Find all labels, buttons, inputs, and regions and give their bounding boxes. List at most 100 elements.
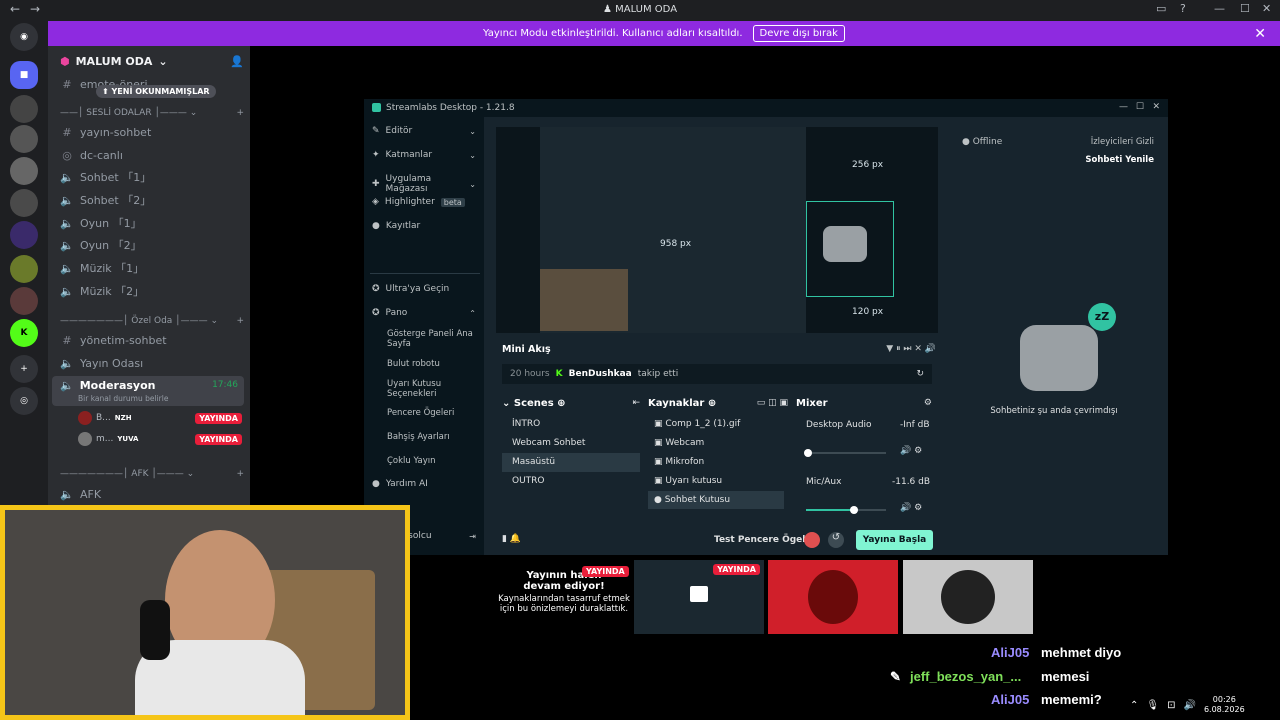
- pano-link[interactable]: Pencere Ögeleri: [387, 408, 477, 418]
- preview-canvas[interactable]: 256 px 958 px 120 px: [496, 127, 938, 333]
- mic-icon[interactable]: 🎙: [1146, 700, 1159, 711]
- scene-item[interactable]: İNTRO: [512, 419, 540, 429]
- source-item[interactable]: ▣ Webcam: [654, 438, 704, 448]
- channel-yayin-odasi[interactable]: 🔈 Yayın Odası: [60, 353, 244, 373]
- mute-icon[interactable]: 🔊 ⚙: [900, 446, 922, 456]
- close-icon[interactable]: ✕: [1254, 26, 1266, 42]
- dashboard-icon: ✪: [372, 308, 380, 318]
- pano-link[interactable]: Gösterge Paneli Ana Sayfa: [387, 329, 477, 349]
- maximize-icon[interactable]: ☐: [1136, 102, 1144, 112]
- stats-icon[interactable]: ▮ 🔔: [502, 534, 521, 544]
- network-icon[interactable]: ⊡: [1167, 700, 1175, 711]
- channel-dc-canli[interactable]: ◎ dc-canlı: [60, 145, 244, 165]
- add-member-icon[interactable]: 👤: [230, 55, 244, 68]
- close-window-icon[interactable]: ✕: [1262, 2, 1271, 15]
- stream-thumbnail[interactable]: [768, 560, 898, 634]
- gear-icon[interactable]: ⚙: [924, 398, 932, 408]
- add-channel-icon[interactable]: +: [236, 316, 244, 326]
- category-afk[interactable]: ———————│ AFK │——— ⌄ +: [60, 469, 244, 479]
- go-live-button[interactable]: Yayına Başla: [856, 530, 933, 550]
- logout-icon[interactable]: ⇥: [469, 532, 476, 541]
- scene-item-selected[interactable]: Masaüstü: [512, 457, 555, 467]
- scene-item[interactable]: OUTRO: [512, 476, 545, 486]
- volume-slider[interactable]: [803, 449, 886, 457]
- add-channel-icon[interactable]: +: [236, 469, 244, 479]
- volume-icon[interactable]: 🔊: [1183, 700, 1195, 711]
- pano-link[interactable]: Çoklu Yayın: [387, 456, 477, 466]
- pano-link[interactable]: Uyarı Kutusu Seçenekleri: [387, 379, 477, 399]
- window-title: ♟ MALUM ODA: [0, 4, 1280, 15]
- channel-yonetim[interactable]: # yönetim-sohbet: [60, 330, 244, 350]
- channel-muzik-1[interactable]: 🔈 Müzik 「1」: [60, 258, 244, 278]
- unread-pill[interactable]: ⬆ YENİ OKUNMAMIŞLAR: [96, 85, 216, 98]
- discord-home-icon[interactable]: ◉: [10, 23, 38, 51]
- add-server-icon[interactable]: +: [10, 355, 38, 383]
- channel-sohbet-1[interactable]: 🔈 Sohbet 「1」: [60, 167, 244, 187]
- source-item-selected[interactable]: ● Sohbet Kutusu: [654, 495, 730, 505]
- nav-ultra[interactable]: ✪ Ultra'ya Geçin: [372, 284, 476, 294]
- close-icon[interactable]: ✕: [1152, 102, 1160, 112]
- voice-member[interactable]: B... NZH YAYINDA: [78, 411, 242, 425]
- mute-icon[interactable]: 🔊 ⚙: [900, 503, 922, 513]
- nav-editor[interactable]: ✎ Editör ⌄: [372, 126, 476, 136]
- channel-oyun-2[interactable]: 🔈 Oyun 「2」: [60, 235, 244, 255]
- volume-knob[interactable]: [803, 449, 812, 457]
- server-icon[interactable]: [10, 221, 38, 249]
- nav-layers[interactable]: ✦ Katmanlar ⌄: [372, 150, 476, 160]
- channel-sohbet-2[interactable]: 🔈 Sohbet 「2」: [60, 190, 244, 210]
- server-icon[interactable]: [10, 125, 38, 153]
- server-icon[interactable]: [10, 95, 38, 123]
- pano-link[interactable]: Bulut robotu: [387, 359, 477, 369]
- clock[interactable]: 00:26 6.08.2026: [1204, 695, 1245, 715]
- stream-thumbnail[interactable]: YAYINDA: [634, 560, 764, 634]
- nav-highlighter[interactable]: ◈ Highlighter beta: [372, 197, 476, 207]
- discover-icon[interactable]: ◎: [10, 387, 38, 415]
- voice-member[interactable]: m... YUVA YAYINDA: [78, 432, 242, 446]
- feed-controls[interactable]: ▼ ⏸ ⏭ ✕ 🔊: [886, 344, 936, 354]
- selected-source-box[interactable]: [806, 201, 894, 297]
- record-button[interactable]: [804, 532, 820, 548]
- active-voice-channel[interactable]: 🔈 Moderasyon 17:46 Bir kanal durumu beli…: [52, 376, 244, 406]
- help-icon[interactable]: ?: [1180, 2, 1186, 15]
- chevron-up-icon[interactable]: ⌃: [1130, 700, 1138, 711]
- category-voice[interactable]: ——│ SESLİ ODALAR │——— ⌄ +: [60, 108, 244, 118]
- server-icon[interactable]: [10, 287, 38, 315]
- voice-status[interactable]: Bir kanal durumu belirle: [78, 394, 168, 403]
- pano-link[interactable]: Bahşiş Ayarları: [387, 432, 477, 442]
- refresh-icon[interactable]: ↻: [916, 369, 924, 379]
- nav-pano[interactable]: ✪ Pano ⌃: [372, 308, 476, 318]
- scene-transitions-icon[interactable]: ⇤: [632, 398, 640, 408]
- add-channel-icon[interactable]: +: [236, 108, 244, 118]
- disable-streamer-mode-button[interactable]: Devre dışı bırak: [752, 25, 845, 42]
- chat-message: mememi?: [1041, 692, 1102, 707]
- stream-thumbnail[interactable]: [903, 560, 1033, 634]
- kick-server-icon[interactable]: K: [10, 319, 38, 347]
- inbox-icon[interactable]: ▭: [1156, 2, 1166, 15]
- minimize-icon[interactable]: —: [1214, 2, 1225, 15]
- source-item[interactable]: ▣ Mikrofon: [654, 457, 704, 467]
- scene-item[interactable]: Webcam Sohbet: [512, 438, 585, 448]
- server-header[interactable]: ⬢ MALUM ODA ⌄ 👤: [60, 55, 244, 68]
- nav-help-ai[interactable]: ● Yardım AI: [372, 479, 476, 489]
- volume-knob[interactable]: [850, 506, 858, 514]
- server-icon-active[interactable]: ■: [10, 61, 38, 89]
- volume-slider[interactable]: [806, 506, 886, 514]
- category-private[interactable]: ———————│ Özel Oda │——— ⌄ +: [60, 316, 244, 326]
- source-item[interactable]: ▣ Comp 1_2 (1).gif: [654, 419, 740, 429]
- nav-recordings[interactable]: ● Kayıtlar: [372, 221, 476, 231]
- source-item[interactable]: ▣ Uyarı kutusu: [654, 476, 722, 486]
- refresh-chat-button[interactable]: Sohbeti Yenile: [1085, 155, 1154, 165]
- server-icon[interactable]: [10, 255, 38, 283]
- minimize-icon[interactable]: —: [1119, 102, 1128, 112]
- source-tools-icon[interactable]: ▭ ◫ ▣: [757, 398, 788, 408]
- channel-yayin-sohbet[interactable]: # yayın-sohbet: [60, 122, 244, 142]
- server-icon[interactable]: [10, 189, 38, 217]
- maximize-icon[interactable]: ☐: [1240, 2, 1250, 15]
- hide-viewers-toggle[interactable]: İzleyicileri Gizli: [1091, 137, 1154, 147]
- channel-muzik-2[interactable]: 🔈 Müzik 「2」: [60, 281, 244, 301]
- channel-oyun-1[interactable]: 🔈 Oyun 「1」: [60, 213, 244, 233]
- server-icon[interactable]: [10, 157, 38, 185]
- replay-button[interactable]: ↺: [828, 532, 844, 548]
- channel-afk[interactable]: 🔈 AFK: [60, 484, 244, 504]
- nav-app-store[interactable]: ✚ Uygulama Mağazası ⌄: [372, 174, 476, 194]
